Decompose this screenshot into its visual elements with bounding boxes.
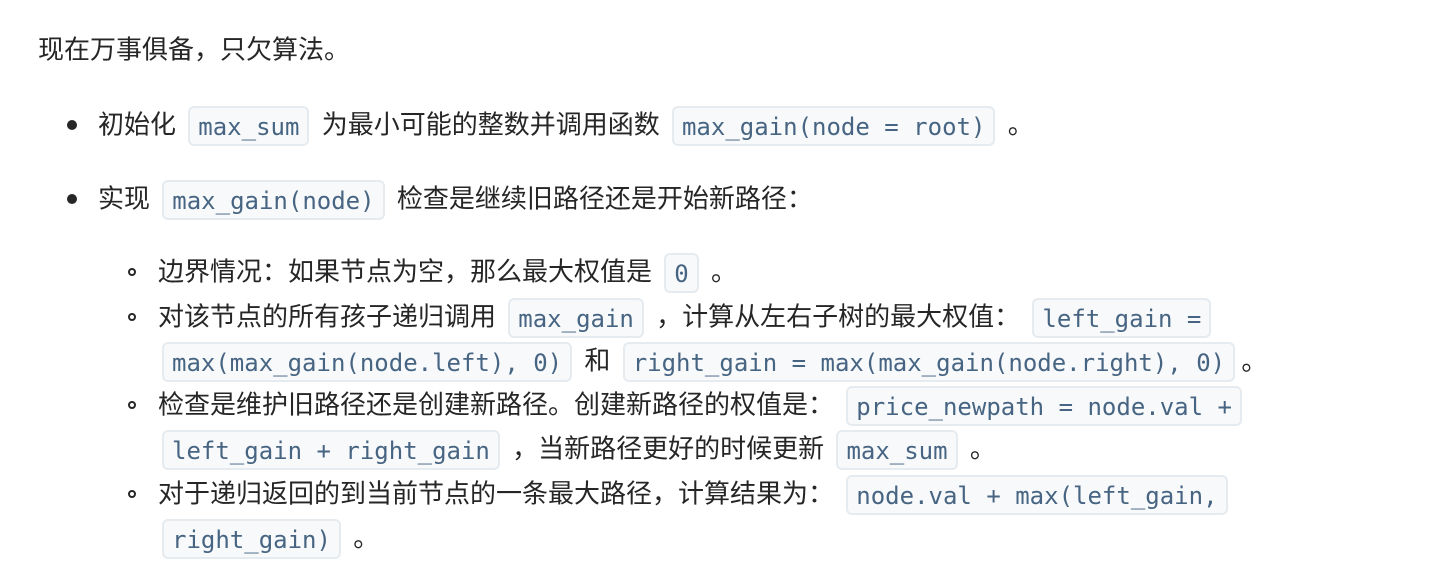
sub-3-text-1: 检查是维护旧路径还是创建新路径。创建新路径的权值是： [158, 390, 835, 421]
bullet-1-text-1: 初始化 [98, 110, 177, 141]
sub-4-text-2: 。 [353, 523, 380, 554]
code-node-val-max: node.val + max(left_gain, [846, 474, 1228, 515]
sub-item-3-line-1: 检查是维护旧路径还是创建新路径。创建新路径的权值是： price_newpath… [158, 383, 1246, 427]
sub-dot-3 [128, 401, 136, 409]
sub-item-2-line-1: 对该节点的所有孩子递归调用 max_gain ，计算从左右子树的最大权值： le… [158, 295, 1215, 339]
code-max-sum-2: max_sum [836, 429, 958, 470]
sub-1-text-1: 边界情况：如果节点为空，那么最大权值是 [158, 257, 653, 288]
sub-2-text-1: 对该节点的所有孩子递归调用 [158, 302, 497, 333]
bullet-2-text-2: 检查是继续旧路径还是开始新路径： [396, 184, 813, 215]
sub-3-text-3: 。 [969, 434, 996, 465]
bullet-1-text-3: 。 [1007, 110, 1034, 141]
code-max-gain: max_gain [508, 297, 644, 338]
code-left-gain-eq: left_gain = [1032, 297, 1212, 338]
sub-dot-2 [128, 313, 136, 321]
code-max-gain-root: max_gain(node = root) [671, 105, 996, 146]
code-right-gain: right_gain = max(max_gain(node.right), 0… [622, 341, 1236, 382]
sub-item-1: 边界情况：如果节点为空，那么最大权值是 0 。 [158, 250, 737, 294]
code-right-gain-close: right_gain) [162, 518, 341, 559]
bullet-dot-1 [67, 120, 77, 130]
sub-item-2-line-2: max(max_gain(node.left), 0) 和 right_gain… [158, 339, 1267, 383]
sub-item-4-line-1: 对于递归返回的到当前节点的一条最大路径，计算结果为： node.val + ma… [158, 472, 1232, 516]
sub-4-text-1: 对于递归返回的到当前节点的一条最大路径，计算结果为： [158, 479, 835, 510]
code-max-gain-node: max_gain(node) [162, 179, 385, 220]
sub-2-text-2: ，计算从左右子树的最大权值： [656, 302, 1021, 333]
bullet-1-text-2: 为最小可能的整数并调用函数 [321, 110, 660, 141]
sub-3-text-2: ，当新路径更好的时候更新 [512, 434, 825, 465]
sub-item-4-line-2: right_gain) 。 [158, 516, 379, 560]
intro-line: 现在万事俱备，只欠算法。 [38, 28, 350, 72]
code-zero: 0 [664, 252, 699, 293]
intro-text: 现在万事俱备，只欠算法。 [38, 35, 351, 66]
bullet-2-text-1: 实现 [98, 184, 151, 215]
sub-2-text-3: 和 [584, 346, 611, 377]
code-max-sum: max_sum [188, 105, 310, 146]
sub-dot-1 [128, 268, 136, 276]
sub-dot-4 [128, 490, 136, 498]
code-max-left: max(max_gain(node.left), 0) [162, 341, 573, 382]
bullet-1: 初始化 max_sum 为最小可能的整数并调用函数 max_gain(node … [98, 103, 1034, 147]
code-price-newpath: price_newpath = node.val + [846, 385, 1242, 426]
sub-1-text-2: 。 [711, 257, 738, 288]
bullet-dot-2 [67, 194, 77, 204]
sub-item-3-line-2: left_gain + right_gain ，当新路径更好的时候更新 max_… [158, 427, 996, 471]
code-left-plus-right: left_gain + right_gain [162, 429, 500, 470]
sub-2-text-4: 。 [1241, 346, 1268, 377]
bullet-2: 实现 max_gain(node) 检查是继续旧路径还是开始新路径： [98, 177, 813, 221]
